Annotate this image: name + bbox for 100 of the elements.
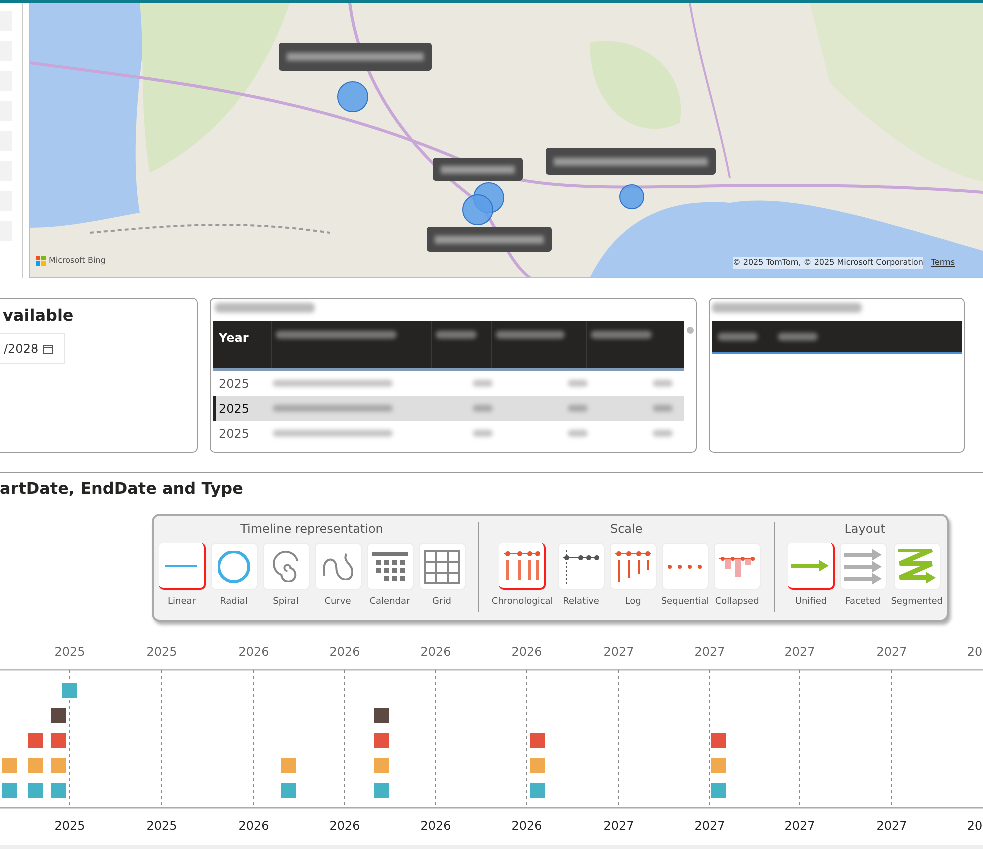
axis-label: 2027 <box>876 644 908 661</box>
blurred-text <box>778 332 818 340</box>
table-cell-text: 2025 <box>218 426 251 442</box>
option-label[interactable]: Faceted <box>846 596 881 610</box>
event-marker[interactable] <box>374 782 390 800</box>
option-label[interactable]: Calendar <box>370 596 410 610</box>
grid-icon <box>424 550 460 584</box>
date-field[interactable]: /2028 <box>0 333 65 364</box>
axis-label: 2025 <box>146 644 178 661</box>
event-marker[interactable] <box>530 732 546 750</box>
axis-label: 2025 <box>54 644 86 661</box>
event-marker[interactable] <box>2 782 18 800</box>
option-label[interactable]: Curve <box>324 596 352 610</box>
event-marker[interactable] <box>28 758 44 774</box>
group-title: Layout <box>844 521 886 538</box>
arrow-icon <box>790 558 830 572</box>
blurred-text <box>568 380 588 387</box>
group-title: Scale <box>610 521 643 538</box>
event-marker[interactable] <box>50 782 68 800</box>
table-cell-text: 2025 <box>218 376 251 392</box>
option-label[interactable]: Segmented <box>891 596 943 610</box>
axis-label: 2027 <box>876 818 908 835</box>
curve-icon <box>322 552 354 580</box>
chronological-scale-icon <box>502 550 541 580</box>
relative-scale-icon <box>562 548 600 584</box>
scroll-handle[interactable] <box>687 327 694 334</box>
map-bubble[interactable] <box>620 184 644 210</box>
map-provider: Microsoft Bing <box>49 255 106 267</box>
blurred-text <box>473 405 493 412</box>
event-marker[interactable] <box>28 782 44 800</box>
event-marker[interactable] <box>62 682 78 700</box>
option-label[interactable]: Sequential <box>661 596 710 610</box>
option-tile[interactable] <box>499 543 546 590</box>
axis-label: 2026 <box>420 818 452 835</box>
axis-label: 2026 <box>238 818 270 835</box>
axis-label: 2026 <box>512 818 542 835</box>
event-marker[interactable] <box>2 758 18 774</box>
axis-label: 2025 <box>54 818 86 835</box>
windows-logo-icon <box>36 256 46 266</box>
blurred-text <box>473 380 493 387</box>
option-label[interactable]: Grid <box>432 596 452 610</box>
calendar-icon[interactable] <box>42 344 53 354</box>
event-marker[interactable] <box>374 732 390 750</box>
table-row[interactable]: 2025 <box>213 371 684 396</box>
axis-label: 2026 <box>330 644 360 661</box>
event-marker[interactable] <box>530 782 546 800</box>
option-tile[interactable] <box>158 543 206 590</box>
blurred-text <box>653 405 673 412</box>
event-marker[interactable] <box>280 758 298 774</box>
axis-label: 2027 <box>784 818 816 835</box>
axis-label: 2026 <box>420 644 452 661</box>
option-tile[interactable] <box>788 543 835 590</box>
terms-link[interactable]: Terms <box>931 257 955 269</box>
event-marker[interactable] <box>374 708 390 724</box>
axis-label: 2027 <box>694 644 726 661</box>
option-label[interactable]: Linear <box>168 596 196 610</box>
axis-label: 2025 <box>146 818 178 835</box>
option-label[interactable]: Spiral <box>273 596 299 610</box>
event-marker[interactable] <box>710 782 728 800</box>
bubble-cluster[interactable] <box>462 182 504 226</box>
event-marker[interactable] <box>710 732 728 750</box>
event-marker[interactable] <box>710 758 728 774</box>
option-label[interactable]: Relative <box>563 596 600 610</box>
option-label[interactable]: Radial <box>220 596 248 610</box>
blurred-text <box>496 331 565 339</box>
calendar-icon <box>371 551 409 582</box>
option-label[interactable]: Unified <box>795 596 828 610</box>
axis-label: 20 <box>967 644 983 661</box>
collapsed-scale-icon <box>718 556 756 578</box>
event-marker[interactable] <box>50 758 68 774</box>
group-title: Timeline representation <box>240 521 384 538</box>
spiral-icon <box>273 550 299 582</box>
axis-label: 2026 <box>238 644 270 661</box>
axis-label: 2026 <box>330 818 360 835</box>
line-icon <box>164 564 198 566</box>
map-attribution: © 2025 TomTom, © 2025 Microsoft Corporation <box>732 257 924 269</box>
event-marker[interactable] <box>530 758 546 774</box>
axis-label: 2027 <box>694 818 726 835</box>
table-row[interactable]: 2025 <box>213 421 684 446</box>
blurred-text <box>568 430 588 437</box>
event-marker[interactable] <box>50 708 68 724</box>
blurred-text <box>568 405 588 412</box>
column-header[interactable]: Year <box>213 321 271 368</box>
axis-label: 2027 <box>784 644 816 661</box>
option-label[interactable]: Log <box>625 596 642 610</box>
blurred-text <box>473 430 493 437</box>
table-cell-text: 2025 <box>218 400 251 418</box>
event-marker[interactable] <box>374 758 390 774</box>
table-row[interactable]: 2025 <box>213 396 684 421</box>
axis-label: 20 <box>967 818 983 835</box>
event-marker[interactable] <box>50 732 68 750</box>
axis-label: 2026 <box>512 644 542 661</box>
blurred-text <box>591 331 652 339</box>
option-label[interactable]: Collapsed <box>715 596 760 610</box>
event-marker[interactable] <box>28 732 44 750</box>
event-marker[interactable] <box>280 782 298 800</box>
section-title: artDate, EndDate and Type <box>0 479 244 499</box>
zigzag-arrow-icon <box>897 548 938 584</box>
option-label[interactable]: Chronological <box>492 596 554 610</box>
map-bubble[interactable] <box>338 82 368 112</box>
